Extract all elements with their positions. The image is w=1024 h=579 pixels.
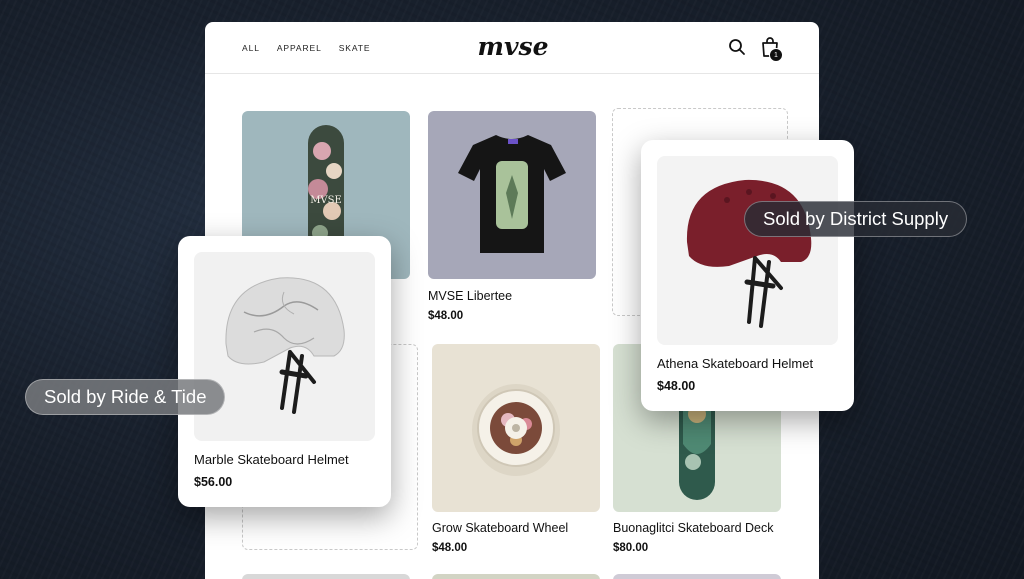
athena-helmet-image[interactable] [657, 156, 838, 345]
product-name[interactable]: Grow Skateboard Wheel [432, 521, 568, 535]
seller-badge-ride-tide: Sold by Ride & Tide [25, 379, 226, 415]
product-image[interactable] [613, 574, 781, 579]
card-product-name[interactable]: Marble Skateboard Helmet [194, 452, 349, 467]
search-icon[interactable] [728, 38, 746, 56]
card-product-name[interactable]: Athena Skateboard Helmet [657, 356, 813, 371]
logo-text: mvse [478, 32, 549, 61]
card-product-price: $56.00 [194, 475, 233, 489]
product-price: $48.00 [432, 542, 468, 554]
product-name[interactable]: Buonaglitci Skateboard Deck [613, 521, 774, 535]
card-product-price: $48.00 [657, 379, 696, 393]
marble-helmet-card[interactable]: Marble Skateboard Helmet $56.00 [178, 236, 391, 507]
main-nav: ALL APPAREL SKATE [242, 43, 370, 53]
nav-item-all[interactable]: ALL [242, 43, 260, 53]
product-image-grow-wheel[interactable] [432, 344, 600, 512]
svg-text:MVSE: MVSE [310, 195, 342, 206]
seller-badge-district-supply: Sold by District Supply [744, 201, 968, 237]
store-logo[interactable]: mvse [477, 32, 549, 62]
product-image-mvse-libertee[interactable] [428, 111, 596, 279]
marble-helmet-image[interactable] [194, 252, 375, 441]
store-header: ALL APPAREL SKATE mvse 1 [205, 22, 819, 74]
nav-item-apparel[interactable]: APPAREL [277, 43, 322, 53]
product-image[interactable] [432, 574, 600, 579]
product-image[interactable] [242, 574, 410, 579]
product-price: $48.00 [428, 310, 464, 322]
product-name[interactable]: MVSE Libertee [428, 289, 512, 303]
cart-count-badge: 1 [769, 48, 783, 62]
nav-item-skate[interactable]: SKATE [339, 43, 371, 53]
product-price: $80.00 [613, 542, 649, 554]
athena-helmet-card[interactable]: Athena Skateboard Helmet $48.00 [641, 140, 854, 411]
